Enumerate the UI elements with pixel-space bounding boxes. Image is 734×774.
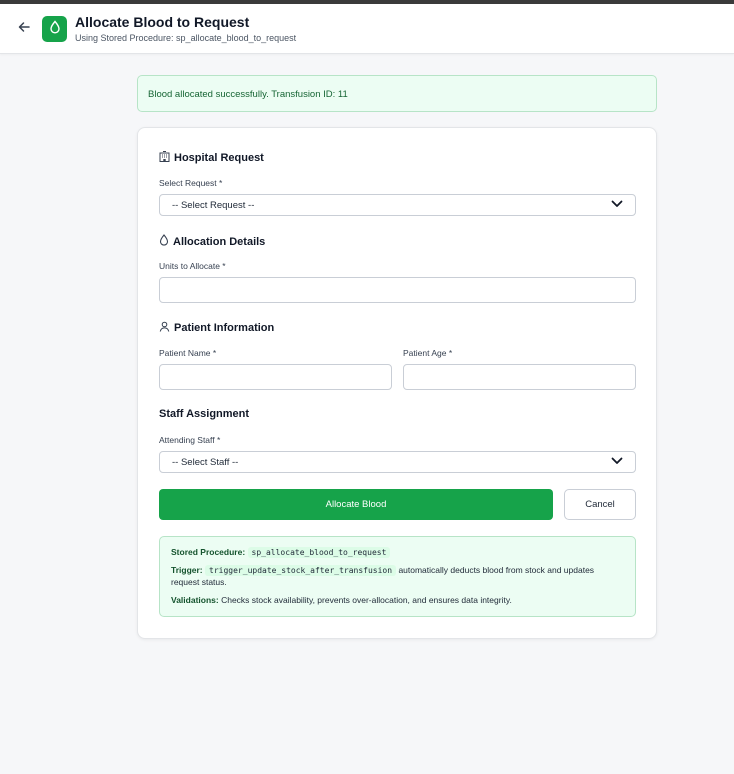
- staff-label: Attending Staff *: [159, 435, 221, 445]
- page-subtitle: Using Stored Procedure: sp_allocate_bloo…: [75, 33, 297, 43]
- user-icon: [159, 321, 170, 335]
- validations-description: Checks stock availability, prevents over…: [221, 595, 512, 605]
- request-select[interactable]: -- Select Request --: [159, 194, 636, 216]
- app-logo: [42, 16, 67, 42]
- allocate-blood-button[interactable]: Allocate Blood: [159, 489, 553, 520]
- blood-drop-icon: [49, 19, 61, 39]
- validations-key: Validations:: [171, 595, 219, 605]
- trigger-description-continued: request status.: [171, 577, 227, 587]
- staff-assignment-heading: Staff Assignment: [159, 408, 250, 420]
- request-select-value: -- Select Request --: [172, 199, 255, 211]
- back-button[interactable]: [14, 19, 34, 39]
- procedure-key: Stored Procedure:: [171, 547, 246, 557]
- trigger-key: Trigger:: [171, 565, 203, 575]
- patient-information-heading: Patient Information: [159, 321, 274, 335]
- section-title: Patient Information: [174, 322, 275, 334]
- staff-select[interactable]: -- Select Staff --: [159, 451, 636, 473]
- page-title: Allocate Blood to Request: [75, 14, 250, 30]
- patient-age-label: Patient Age *: [403, 348, 453, 358]
- request-label: Select Request *: [159, 178, 223, 188]
- hospital-request-heading: Hospital Request: [159, 151, 264, 165]
- trigger-code: trigger_update_stock_after_transfusion: [205, 565, 397, 576]
- units-input[interactable]: [159, 277, 636, 303]
- section-title: Allocation Details: [173, 235, 266, 248]
- cancel-button[interactable]: Cancel: [564, 489, 636, 520]
- procedure-info-box: Stored Procedure: sp_allocate_blood_to_r…: [159, 536, 636, 617]
- page-header: Allocate Blood to Request Using Stored P…: [0, 4, 734, 54]
- procedure-code: sp_allocate_blood_to_request: [247, 547, 391, 558]
- units-label: Units to Allocate *: [159, 261, 226, 271]
- patient-age-input[interactable]: [403, 364, 636, 390]
- blood-drop-icon: [159, 234, 169, 249]
- patient-name-input[interactable]: [159, 364, 392, 390]
- arrow-left-icon: [17, 20, 31, 39]
- trigger-line: Trigger: trigger_update_stock_after_tran…: [171, 565, 626, 576]
- chevron-down-icon: [611, 457, 623, 468]
- section-title: Hospital Request: [174, 152, 264, 164]
- staff-select-value: -- Select Staff --: [172, 456, 239, 468]
- patient-name-label: Patient Name *: [159, 348, 217, 358]
- validations-line: Validations: Checks stock availability, …: [171, 595, 512, 606]
- chevron-down-icon: [611, 200, 623, 211]
- allocation-form-card: Hospital Request Select Request * -- Sel…: [137, 127, 657, 639]
- success-alert: Blood allocated successfully. Transfusio…: [137, 75, 657, 112]
- allocation-details-heading: Allocation Details: [159, 234, 265, 249]
- hospital-icon: [159, 151, 170, 165]
- trigger-description: automatically deducts blood from stock a…: [398, 565, 595, 575]
- procedure-line: Stored Procedure: sp_allocate_blood_to_r…: [171, 547, 391, 558]
